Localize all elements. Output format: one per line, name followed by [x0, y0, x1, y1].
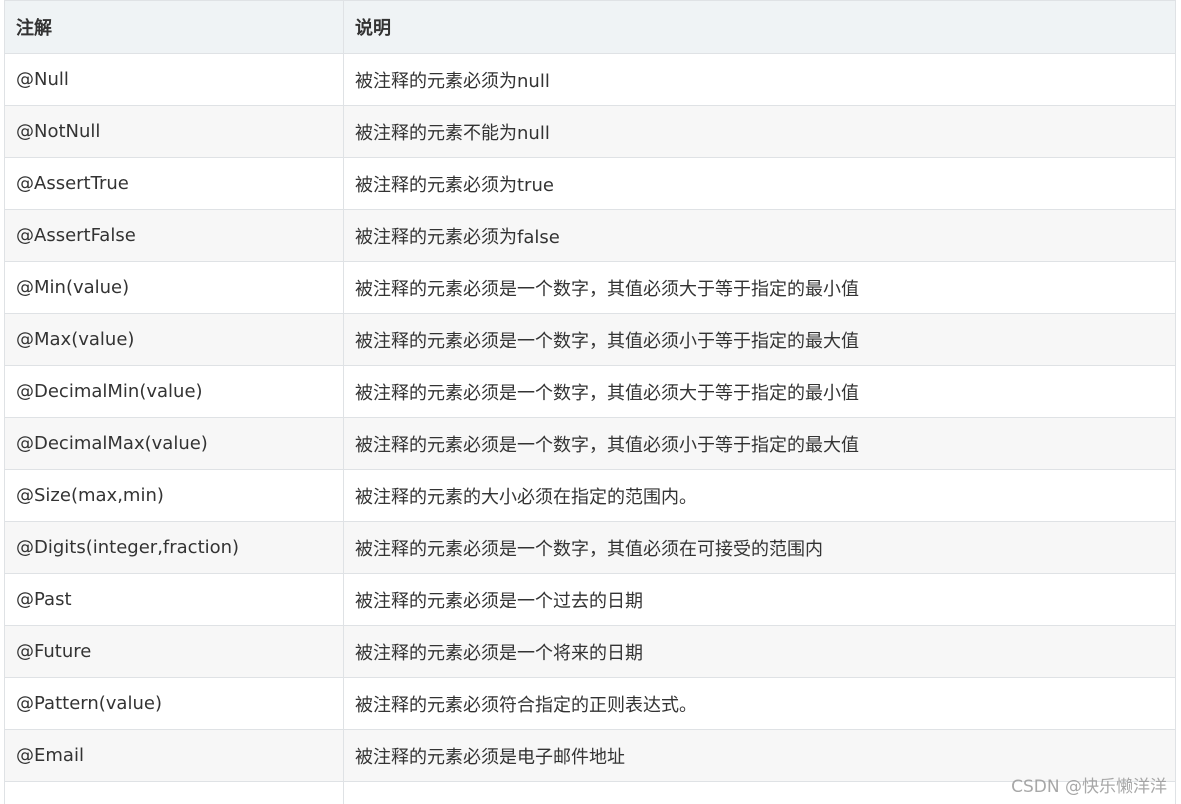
annotation-cell: @Past — [4, 573, 344, 626]
description-cell: 被注释的元素必须为false — [343, 209, 1176, 262]
table-row: @Future 被注释的元素必须是一个将来的日期 — [4, 625, 1176, 678]
table-header-row: 注解 说明 — [4, 0, 1176, 54]
header-annotation: 注解 — [4, 0, 344, 54]
description-cell: 被注释的元素不能为null — [343, 105, 1176, 158]
description-cell: 被注释的元素必须为true — [343, 157, 1176, 210]
annotation-cell: @Null — [4, 53, 344, 106]
table-row: @Pattern(value) 被注释的元素必须符合指定的正则表达式。 — [4, 677, 1176, 730]
description-cell: 被注释的元素的大小必须在指定的范围内。 — [343, 469, 1176, 522]
annotation-cell: @Email — [4, 729, 344, 782]
csdn-watermark: CSDN @快乐懒洋洋 — [1011, 777, 1167, 797]
table-row: @Digits(integer,fraction) 被注释的元素必须是一个数字，… — [4, 521, 1176, 574]
annotation-cell: @NotNull — [4, 105, 344, 158]
annotation-cell: @AssertFalse — [4, 209, 344, 262]
annotation-cell: @Digits(integer,fraction) — [4, 521, 344, 574]
annotation-table: 注解 说明 @Null 被注释的元素必须为null @NotNull 被注释的元… — [4, 0, 1176, 804]
annotation-cell: @Max(value) — [4, 313, 344, 366]
table-row: @Min(value) 被注释的元素必须是一个数字，其值必须大于等于指定的最小值 — [4, 261, 1176, 314]
annotation-cell: @Size(max,min) — [4, 469, 344, 522]
page: 注解 说明 @Null 被注释的元素必须为null @NotNull 被注释的元… — [0, 0, 1181, 804]
table-row-partial — [4, 781, 1176, 804]
description-cell: 被注释的元素必须为null — [343, 53, 1176, 106]
table-row: @Null 被注释的元素必须为null — [4, 53, 1176, 106]
table-row: @Past 被注释的元素必须是一个过去的日期 — [4, 573, 1176, 626]
table-row: @DecimalMax(value) 被注释的元素必须是一个数字，其值必须小于等… — [4, 417, 1176, 470]
annotation-cell: @DecimalMax(value) — [4, 417, 344, 470]
table-row: @Max(value) 被注释的元素必须是一个数字，其值必须小于等于指定的最大值 — [4, 313, 1176, 366]
description-cell: 被注释的元素必须是一个数字，其值必须小于等于指定的最大值 — [343, 313, 1176, 366]
table-row: @DecimalMin(value) 被注释的元素必须是一个数字，其值必须大于等… — [4, 365, 1176, 418]
table-row: @AssertFalse 被注释的元素必须为false — [4, 209, 1176, 262]
description-cell: 被注释的元素必须是一个数字，其值必须大于等于指定的最小值 — [343, 365, 1176, 418]
annotation-cell: @AssertTrue — [4, 157, 344, 210]
description-cell: 被注释的元素必须是一个数字，其值必须小于等于指定的最大值 — [343, 417, 1176, 470]
table-row: @AssertTrue 被注释的元素必须为true — [4, 157, 1176, 210]
table-row: @NotNull 被注释的元素不能为null — [4, 105, 1176, 158]
annotation-cell: @Pattern(value) — [4, 677, 344, 730]
annotation-cell — [4, 781, 344, 804]
header-description: 说明 — [343, 0, 1176, 54]
description-cell: 被注释的元素必须是一个将来的日期 — [343, 625, 1176, 678]
annotation-cell: @DecimalMin(value) — [4, 365, 344, 418]
description-cell: 被注释的元素必须符合指定的正则表达式。 — [343, 677, 1176, 730]
description-cell: 被注释的元素必须是一个数字，其值必须大于等于指定的最小值 — [343, 261, 1176, 314]
description-cell: 被注释的元素必须是一个过去的日期 — [343, 573, 1176, 626]
annotation-cell: @Future — [4, 625, 344, 678]
annotation-cell: @Min(value) — [4, 261, 344, 314]
table-row: @Email 被注释的元素必须是电子邮件地址 — [4, 729, 1176, 782]
table-row: @Size(max,min) 被注释的元素的大小必须在指定的范围内。 — [4, 469, 1176, 522]
description-cell: 被注释的元素必须是一个数字，其值必须在可接受的范围内 — [343, 521, 1176, 574]
